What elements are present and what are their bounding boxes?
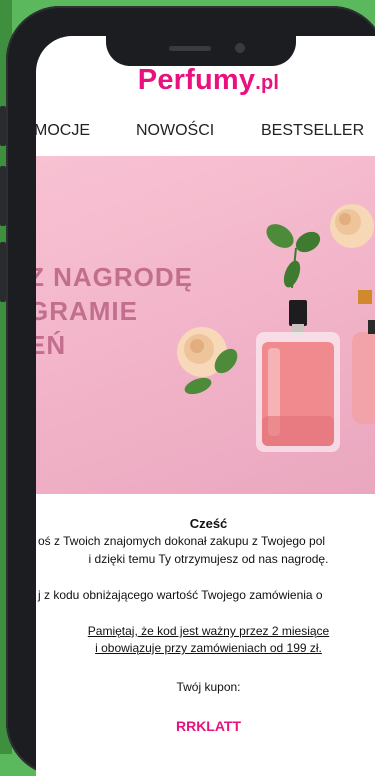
brand-suffix: .pl (255, 72, 280, 94)
leaves-top (266, 224, 321, 289)
perfume-illustration (177, 204, 375, 452)
validity-note-1: Pamiętaj, że kod jest ważny przez 2 mies… (87, 624, 330, 638)
volume-up-button (0, 166, 6, 226)
nav-item-nowosci[interactable]: NOWOŚCI (136, 122, 214, 140)
nav-item-promocje[interactable]: MOCJE (36, 122, 90, 140)
perfume-bottle (256, 300, 340, 452)
main-nav: MOCJE NOWOŚCI BESTSELLER (36, 122, 375, 144)
message-line-1: oś z Twoich znajomych dokonał zakupu z T… (38, 534, 326, 548)
phone-screen: Perfumy.pl MOCJE NOWOŚCI BESTSELLER Z NA… (36, 36, 375, 776)
greeting: Cześć (189, 516, 228, 531)
phone-notch (106, 36, 296, 66)
phone-frame: Perfumy.pl MOCJE NOWOŚCI BESTSELLER Z NA… (0, 6, 375, 776)
rose-top-right (330, 204, 374, 248)
coupon-code[interactable]: RRKLATT (36, 718, 375, 734)
front-camera (235, 43, 245, 53)
brand-logo[interactable]: Perfumy.pl (36, 64, 375, 97)
hero-banner[interactable]: Z NAGRODĘ GRAMIE EŃ (36, 156, 375, 494)
rose-left (177, 327, 238, 395)
validity-note-2: i obowiązuje przy zamówieniach od 199 zł… (95, 641, 322, 655)
brand-name: Perfumy (137, 64, 256, 96)
nav-item-bestseller[interactable]: BESTSELLER (261, 122, 364, 140)
coupon-label: Twój kupon: (176, 680, 241, 694)
volume-down-button (0, 242, 6, 302)
speaker-grille (169, 46, 211, 51)
second-bottle (352, 290, 375, 424)
mute-switch (0, 106, 6, 146)
message-line-3: j z kodu obniżającego wartość Twojego za… (38, 588, 323, 602)
message-line-2: i dzięki temu Ty otrzymujesz od nas nagr… (88, 552, 329, 566)
